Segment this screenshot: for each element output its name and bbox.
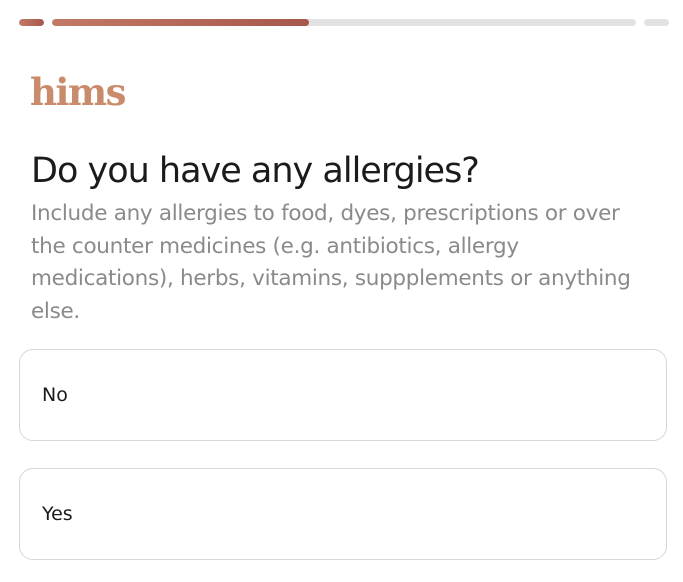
question-title: Do you have any allergies? [31, 151, 480, 191]
question-help-text: Include any allergies to food, dyes, pre… [31, 201, 631, 324]
option-no-label: No [42, 384, 68, 406]
progress-segment-1-fill [19, 19, 44, 26]
progress-segment-1 [19, 19, 44, 26]
progress-segment-2 [52, 19, 636, 26]
hims-logo: hims [30, 70, 126, 114]
progress-segment-2-fill [52, 19, 309, 26]
option-yes-label: Yes [42, 503, 73, 525]
progress-bar [19, 19, 669, 26]
option-yes-button[interactable]: Yes [19, 468, 667, 560]
option-no-button[interactable]: No [19, 349, 667, 441]
progress-segment-3 [644, 19, 669, 26]
